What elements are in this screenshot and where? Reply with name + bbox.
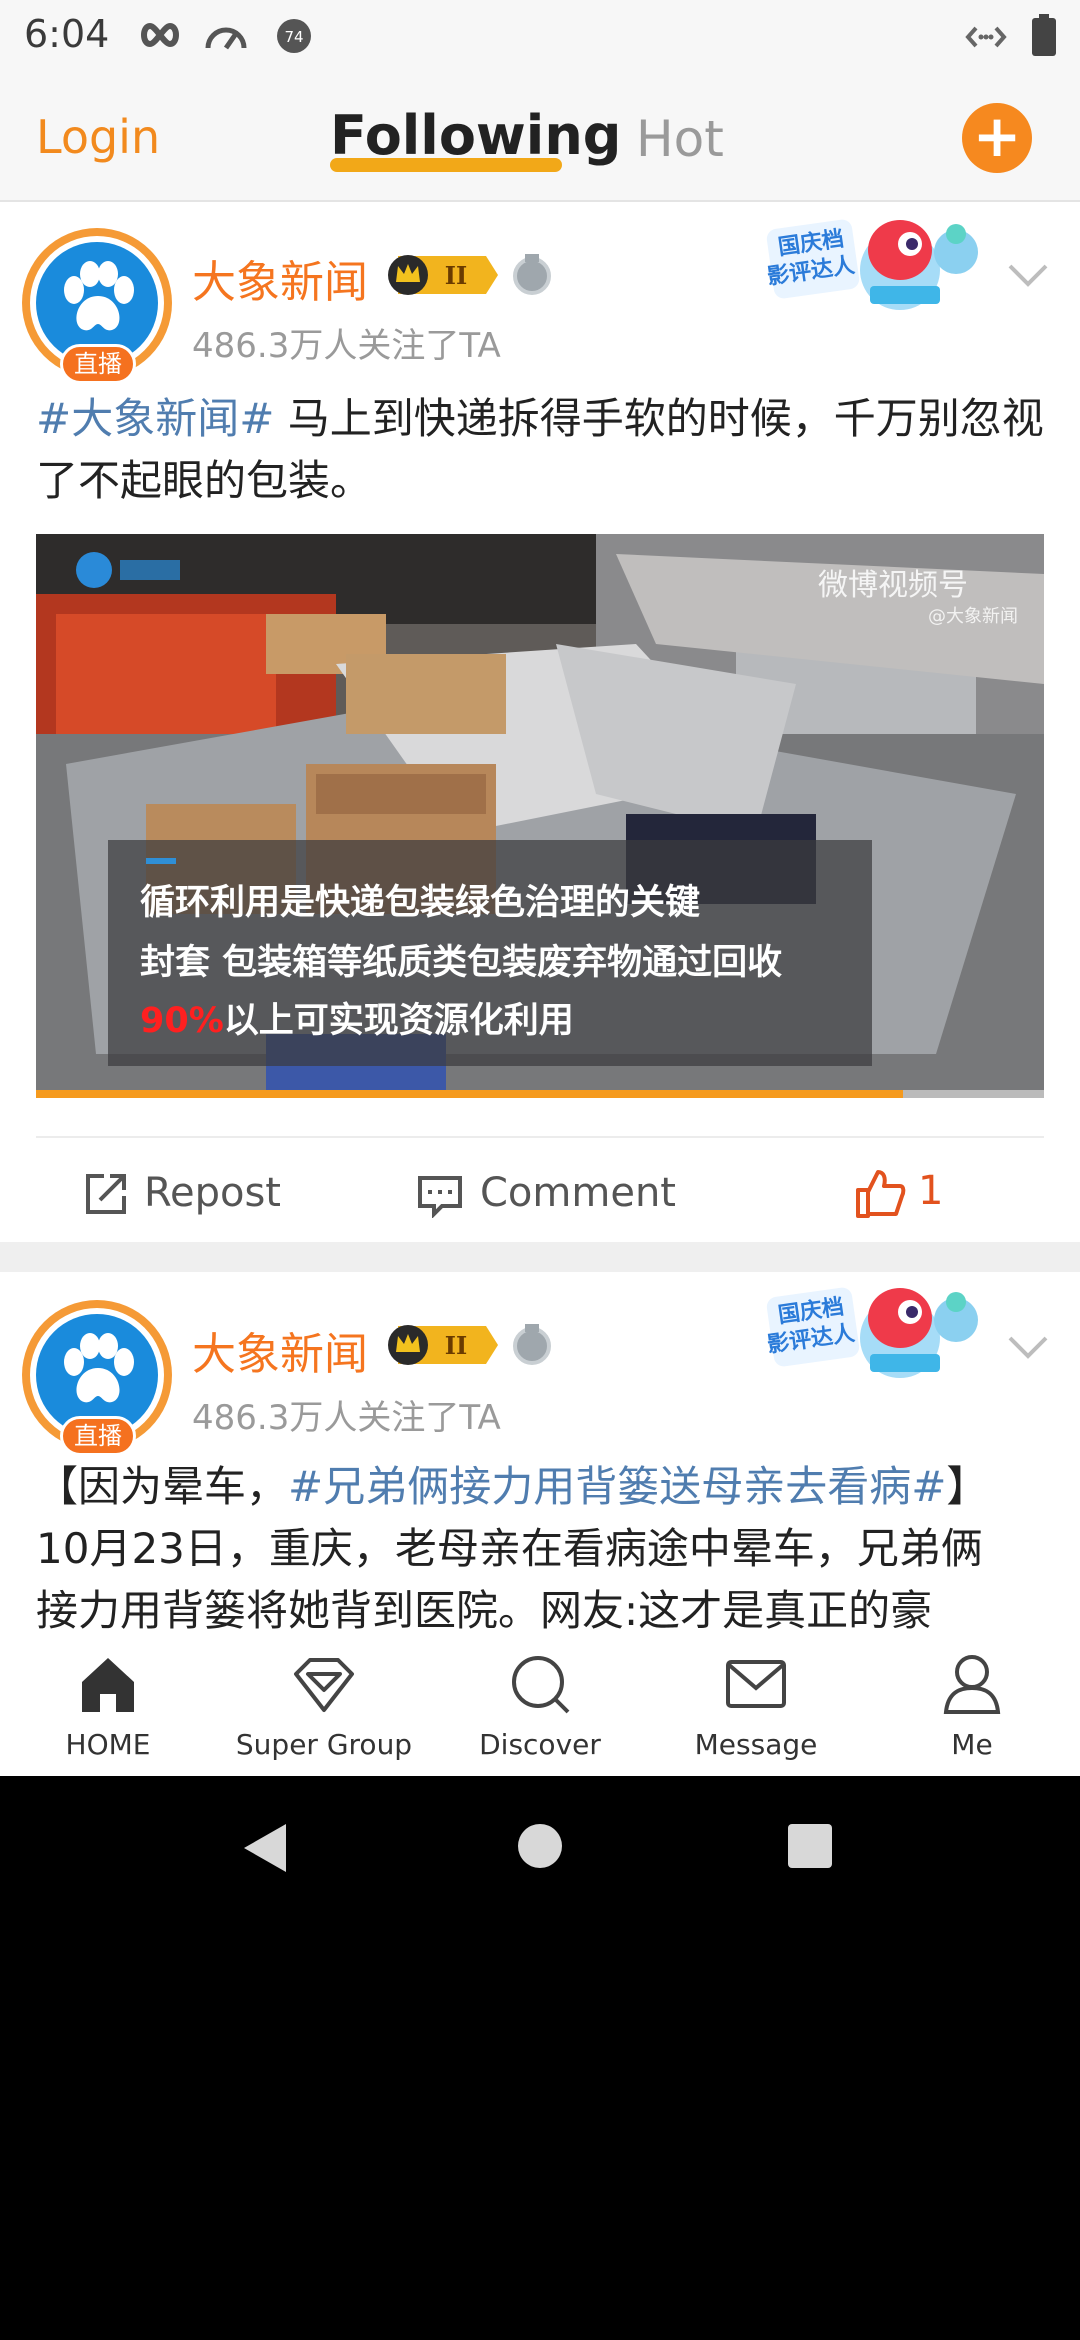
post-text: 【因为晕车，#兄弟俩接力用背篓送母亲去看病#】 10月23日，重庆，老母亲在看病… <box>36 1456 1046 1634</box>
post-text-line: 10月23日，重庆，老母亲在看病途中晕车，兄弟俩 <box>36 1524 983 1573</box>
nav-me[interactable]: Me <box>864 1634 1080 1776</box>
like-button[interactable]: 1 <box>854 1168 964 1228</box>
top-nav: Login Following Hot + <box>0 72 1080 202</box>
video-caption-line: 封套 包装箱等纸质类包装废弃物通过回收 <box>140 943 783 983</box>
battery-icon <box>1032 14 1056 56</box>
post-separator <box>0 1242 1080 1272</box>
feed-post[interactable]: 直播 大象新闻 II 486.3万人关注了TA 国庆档 影评达人 <box>0 204 1080 1242</box>
medal-icon <box>512 254 552 300</box>
post-text-prefix: 【因为晕车， <box>36 1462 289 1511</box>
svg-text:II: II <box>445 1331 467 1360</box>
home-circle-icon[interactable] <box>516 1822 564 1870</box>
tab-hot[interactable]: Hot <box>636 110 724 168</box>
comment-button[interactable]: Comment <box>416 1170 696 1230</box>
repost-icon <box>86 1174 126 1214</box>
post-text: #大象新闻# 马上到快递拆得手软的时候，千万别忽视了不起眼的包装。 <box>36 388 1046 512</box>
live-badge: 直播 <box>60 1416 136 1456</box>
nav-super-group[interactable]: Super Group <box>216 1634 432 1776</box>
repost-label: Repost <box>144 1170 281 1216</box>
system-nav-bar <box>0 1776 1080 1916</box>
app-screen: 6:04 74 Login Following Hot + 直播 大象新闻 II… <box>0 0 1080 1776</box>
nav-label: HOME <box>65 1728 151 1761</box>
avatar[interactable]: 直播 <box>22 228 172 384</box>
svg-text:74: 74 <box>284 28 303 46</box>
paw-logo-icon <box>64 1333 134 1403</box>
post-text-line: 接力用背篓将她背到医院。网友:这才是真正的豪 <box>36 1586 933 1634</box>
caption-highlight: 90% <box>140 1001 224 1041</box>
chevron-down-icon[interactable] <box>1006 262 1050 292</box>
caption-accent <box>146 858 176 864</box>
nav-label: Discover <box>479 1728 601 1761</box>
svg-text:II: II <box>445 261 467 290</box>
recents-icon[interactable] <box>786 1822 834 1870</box>
video-caption-line: 90%以上可实现资源化利用 <box>140 992 574 1043</box>
video-progress-bar[interactable] <box>36 1090 1044 1098</box>
paw-logo-icon <box>64 261 134 331</box>
followers-count: 486.3万人关注了TA <box>192 326 501 366</box>
nav-discover[interactable]: Discover <box>432 1634 648 1776</box>
data-arrows-icon <box>964 24 1008 50</box>
compose-plus-button[interactable]: + <box>962 103 1032 173</box>
notification-count-icon: 74 <box>276 18 312 54</box>
home-icon <box>82 1658 134 1712</box>
video-caption-line: 循环利用是快递包装绿色治理的关键 <box>140 883 701 923</box>
like-count: 1 <box>918 1168 944 1214</box>
comment-icon <box>418 1176 462 1218</box>
infinity-icon <box>140 22 180 48</box>
bottom-nav: HOME Super Group Discover Message Me <box>0 1634 1080 1776</box>
thumbs-up-icon <box>856 1170 906 1218</box>
nav-label: Message <box>694 1728 818 1761</box>
video-watermark-handle: @大象新闻 <box>928 606 1018 627</box>
login-link[interactable]: Login <box>36 110 160 164</box>
hashtag-link[interactable]: #兄弟俩接力用背篓送母亲去看病# <box>288 1462 946 1511</box>
nav-label: Super Group <box>235 1728 413 1761</box>
diamond-icon <box>294 1658 354 1712</box>
divider <box>36 1136 1044 1138</box>
promo-sticker[interactable]: 国庆档 影评达人 <box>760 1278 1000 1402</box>
nav-label: Me <box>951 1728 993 1761</box>
avatar[interactable]: 直播 <box>22 1300 172 1456</box>
status-time: 6:04 <box>24 12 110 56</box>
caption-text: 以上可实现资源化利用 <box>223 1001 574 1041</box>
speedometer-icon <box>204 20 248 50</box>
video-watermark: 微博视频号 <box>818 568 968 603</box>
author-name[interactable]: 大象新闻 <box>192 1318 368 1382</box>
back-icon[interactable] <box>240 1822 290 1874</box>
live-badge: 直播 <box>60 344 136 384</box>
promo-sticker[interactable]: 国庆档 影评达人 <box>760 210 1000 334</box>
person-icon <box>943 1655 1001 1714</box>
feed-post[interactable]: 直播 大象新闻 II 486.3万人关注了TA 国庆档 影评达人 <box>0 1274 1080 1634</box>
crown-level-badge: II <box>384 1322 500 1372</box>
medal-icon <box>512 1324 552 1370</box>
status-bar: 6:04 74 <box>0 0 1080 72</box>
envelope-icon <box>726 1660 786 1708</box>
search-icon <box>512 1656 570 1714</box>
comment-label: Comment <box>480 1170 676 1216</box>
video-player[interactable]: 微博视频号 @大象新闻 循环利用是快递包装绿色治理的关键 封套 包装箱等纸质类包… <box>36 534 1044 1098</box>
crown-level-badge: II <box>384 252 500 302</box>
plus-icon: + <box>972 102 1022 170</box>
hashtag-link[interactable]: #大象新闻# <box>36 394 274 443</box>
nav-message[interactable]: Message <box>648 1634 864 1776</box>
post-text-suffix: 】 <box>946 1462 989 1511</box>
followers-count: 486.3万人关注了TA <box>192 1398 501 1438</box>
nav-home[interactable]: HOME <box>0 1634 216 1776</box>
active-tab-indicator <box>330 158 562 172</box>
video-progress-fill <box>36 1090 903 1098</box>
author-name[interactable]: 大象新闻 <box>192 246 368 310</box>
repost-button[interactable]: Repost <box>82 1170 302 1230</box>
chevron-down-icon[interactable] <box>1006 1334 1050 1364</box>
